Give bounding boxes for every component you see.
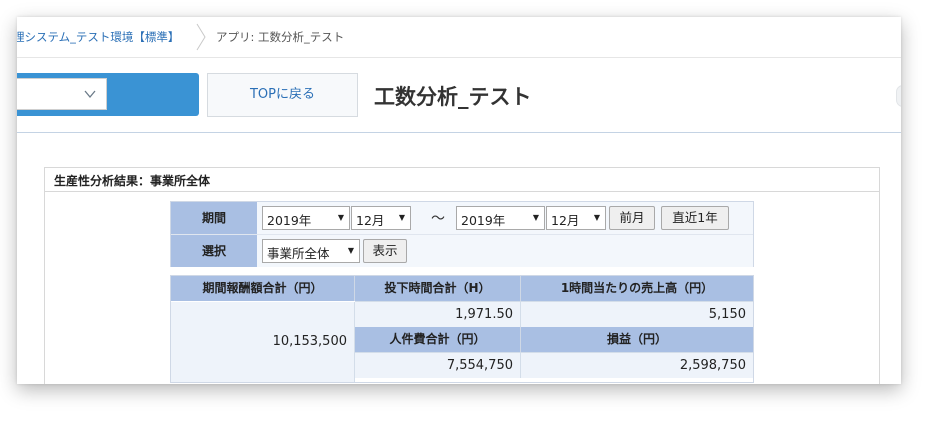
dropdown-arrow-icon: ▼ [398, 213, 405, 222]
scope-select[interactable]: 事業所全体 ▼ [262, 239, 360, 263]
from-year-value: 2019年 [267, 213, 312, 228]
dropdown-arrow-icon: ▼ [593, 213, 600, 222]
scope-value: 事業所全体 [267, 246, 330, 261]
select-label: 選択 [171, 235, 257, 267]
dropdown-arrow-icon: ▼ [347, 246, 354, 255]
dropdown-arrow-icon: ▼ [337, 213, 344, 222]
results-table: 期間報酬額合計（円） 投下時間合計（H） 1時間当たりの売上高（円） 10,15… [170, 275, 754, 383]
sales-per-hour-value: 5,150 [521, 301, 753, 327]
scope-controls: 事業所全体 ▼ 表示 [257, 235, 753, 267]
chevron-down-icon [84, 90, 96, 99]
app-selector-bar [17, 73, 199, 116]
breadcrumb-parent-link[interactable]: 理システム_テスト環境【標準】 [17, 29, 179, 45]
period-label: 期間 [171, 202, 257, 234]
header-divider [17, 132, 901, 133]
labor-cost-value: 7,554,750 [355, 352, 521, 378]
show-button[interactable]: 表示 [363, 239, 407, 263]
app-window: 理システム_テスト環境【標準】 アプリ: 工数分析_テスト TOPに戻る 工数分… [17, 17, 901, 384]
panel-title: 生産性分析結果：事業所全体 [54, 174, 211, 188]
scope-row: 選択 事業所全体 ▼ 表示 [171, 235, 753, 267]
to-month-value: 12月 [551, 213, 580, 228]
period-row: 期間 2019年 ▼ 12月 ▼ 〜 2019年 ▼ 12月 ▼ 前月 直近1年 [171, 202, 753, 235]
prev-month-button[interactable]: 前月 [609, 206, 655, 230]
breadcrumb-current: アプリ: 工数分析_テスト [216, 30, 345, 44]
sales-per-hour-header: 1時間当たりの売上高（円） [521, 276, 753, 301]
dropdown-arrow-icon: ▼ [532, 213, 539, 222]
total-compensation-value: 10,153,500 [171, 302, 355, 382]
to-year-value: 2019年 [461, 213, 506, 228]
profit-header: 損益（円） [521, 327, 753, 352]
panel-header: 生産性分析結果：事業所全体 [45, 168, 879, 192]
labor-cost-header: 人件費合計（円） [355, 327, 521, 352]
page-title: 工数分析_テスト [374, 85, 532, 109]
period-controls: 2019年 ▼ 12月 ▼ 〜 2019年 ▼ 12月 ▼ 前月 直近1年 [257, 202, 753, 234]
back-to-top-button[interactable]: TOPに戻る [207, 73, 358, 117]
to-month-select[interactable]: 12月 ▼ [546, 206, 606, 230]
total-hours-value: 1,971.50 [355, 301, 521, 327]
recent-year-button[interactable]: 直近1年 [661, 206, 729, 230]
profit-value: 2,598,750 [521, 352, 753, 378]
breadcrumb: 理システム_テスト環境【標準】 アプリ: 工数分析_テスト [17, 17, 901, 58]
app-select-dropdown[interactable] [17, 78, 107, 110]
from-year-select[interactable]: 2019年 ▼ [262, 206, 350, 230]
filter-table: 期間 2019年 ▼ 12月 ▼ 〜 2019年 ▼ 12月 ▼ 前月 直近1年… [170, 201, 754, 267]
side-toggle-button[interactable] [896, 85, 901, 107]
analysis-panel: 生産性分析結果：事業所全体 期間 2019年 ▼ 12月 ▼ 〜 2019年 ▼… [44, 167, 880, 384]
total-compensation-header: 期間報酬額合計（円） [171, 276, 355, 301]
from-month-select[interactable]: 12月 ▼ [351, 206, 411, 230]
to-year-select[interactable]: 2019年 ▼ [456, 206, 545, 230]
total-hours-header: 投下時間合計（H） [355, 276, 521, 301]
from-month-value: 12月 [356, 213, 385, 228]
chevron-right-icon [196, 23, 206, 51]
range-separator: 〜 [431, 211, 445, 227]
